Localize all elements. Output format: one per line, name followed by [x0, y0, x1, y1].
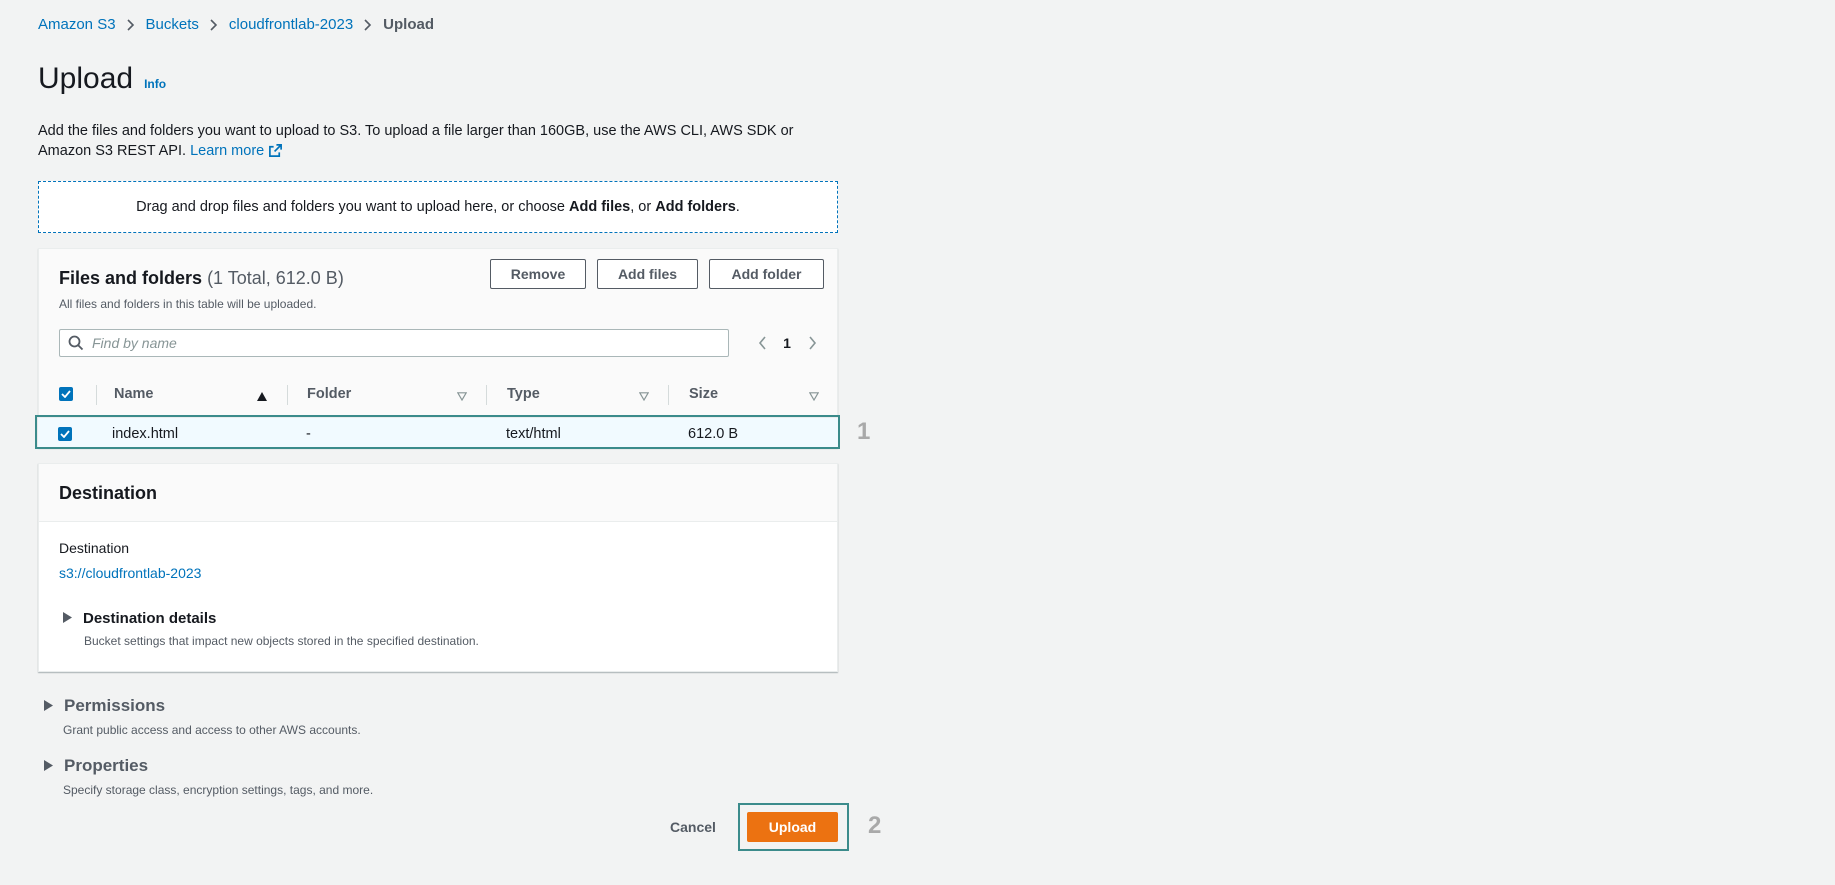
column-header-type[interactable]: Type	[507, 375, 540, 413]
page-number[interactable]: 1	[777, 335, 797, 351]
description-text: Add the files and folders you want to up…	[38, 123, 794, 159]
dropzone-add-folders: Add folders	[655, 199, 736, 215]
checkbox-checked-icon	[58, 427, 72, 441]
caret-right-icon	[63, 610, 83, 627]
column-header-folder[interactable]: Folder	[307, 375, 351, 413]
breadcrumb-buckets[interactable]: Buckets	[146, 16, 199, 33]
sort-icon[interactable]	[638, 389, 650, 405]
files-panel-subtitle: All files and folders in this table will…	[59, 297, 317, 311]
chevron-right-icon	[353, 16, 383, 33]
destination-label: Destination	[59, 540, 130, 556]
column-divider	[668, 385, 669, 405]
external-link-icon	[268, 143, 283, 164]
chevron-right-icon	[116, 16, 146, 33]
search-icon	[60, 335, 92, 351]
permissions-toggle[interactable]: Permissions	[44, 696, 165, 716]
caret-right-icon	[44, 756, 64, 776]
dropzone-text-mid: , or	[630, 199, 656, 215]
cell-type: text/html	[506, 426, 561, 442]
add-folder-button[interactable]: Add folder	[709, 259, 824, 289]
step-number-2: 2	[868, 812, 882, 839]
remove-button[interactable]: Remove	[490, 259, 586, 289]
properties-title: Properties	[64, 756, 149, 775]
files-title-text: Files and folders	[59, 268, 203, 288]
chevron-right-icon[interactable]	[797, 336, 827, 350]
add-files-button[interactable]: Add files	[597, 259, 698, 289]
table-row[interactable]: index.html - text/html 612.0 B	[38, 417, 838, 449]
sort-icon[interactable]	[456, 389, 468, 405]
sort-ascending-icon[interactable]	[257, 389, 267, 405]
page-header: Upload Info	[38, 62, 166, 96]
breadcrumb-bucket[interactable]: cloudfrontlab-2023	[229, 16, 353, 33]
breadcrumb-amazon-s3[interactable]: Amazon S3	[38, 16, 116, 33]
files-panel-title: Files and folders (1 Total, 612.0 B)	[59, 268, 344, 289]
page-description: Add the files and folders you want to up…	[38, 121, 838, 164]
page-title: Upload	[38, 62, 134, 95]
cell-name: index.html	[112, 426, 179, 442]
destination-link[interactable]: s3://cloudfrontlab-2023	[59, 565, 201, 581]
row-checkbox[interactable]	[58, 418, 72, 450]
destination-header: Destination	[39, 464, 837, 522]
learn-more-label: Learn more	[190, 143, 265, 159]
chevron-left-icon[interactable]	[747, 336, 777, 350]
upload-button[interactable]: Upload	[747, 812, 838, 842]
dropzone-text-after: .	[735, 199, 740, 215]
breadcrumb: Amazon S3 Buckets cloudfrontlab-2023 Upl…	[38, 16, 434, 33]
table-header: Name Folder Type Size	[39, 375, 837, 413]
column-divider	[96, 385, 97, 405]
column-divider	[287, 385, 288, 405]
column-header-size[interactable]: Size	[689, 375, 718, 413]
cell-size: 612.0 B	[688, 426, 738, 442]
select-all-checkbox[interactable]	[59, 375, 73, 413]
cancel-button[interactable]: Cancel	[660, 815, 726, 839]
checkbox-checked-icon	[59, 387, 73, 401]
permissions-title: Permissions	[64, 696, 166, 715]
column-divider	[486, 385, 487, 405]
destination-details-toggle[interactable]: Destination details	[63, 610, 216, 627]
breadcrumb-current: Upload	[383, 16, 435, 33]
files-count: (1 Total, 612.0 B)	[207, 268, 344, 288]
drop-zone[interactable]: Drag and drop files and folders you want…	[38, 181, 838, 233]
dropzone-text-before: Drag and drop files and folders you want…	[136, 199, 570, 215]
step-number-1: 1	[857, 418, 871, 445]
info-link[interactable]: Info	[144, 77, 166, 91]
destination-details-title: Destination details	[83, 610, 217, 627]
dropzone-add-files: Add files	[569, 199, 631, 215]
pagination: 1	[747, 329, 827, 357]
properties-toggle[interactable]: Properties	[44, 756, 148, 776]
permissions-desc: Grant public access and access to other …	[63, 723, 361, 737]
cell-folder: -	[306, 426, 311, 442]
column-header-name[interactable]: Name	[114, 375, 154, 413]
destination-details-desc: Bucket settings that impact new objects …	[84, 634, 479, 648]
caret-right-icon	[44, 696, 64, 716]
sort-icon[interactable]	[808, 389, 820, 405]
learn-more-link[interactable]: Learn more	[190, 143, 283, 159]
search-box	[59, 329, 729, 357]
destination-title: Destination	[59, 483, 158, 503]
dropzone-text: Drag and drop files and folders you want…	[136, 199, 740, 215]
chevron-right-icon	[199, 16, 229, 33]
destination-panel: Destination Destination s3://cloudfrontl…	[38, 463, 838, 672]
properties-desc: Specify storage class, encryption settin…	[63, 783, 374, 797]
search-input[interactable]	[92, 335, 728, 351]
